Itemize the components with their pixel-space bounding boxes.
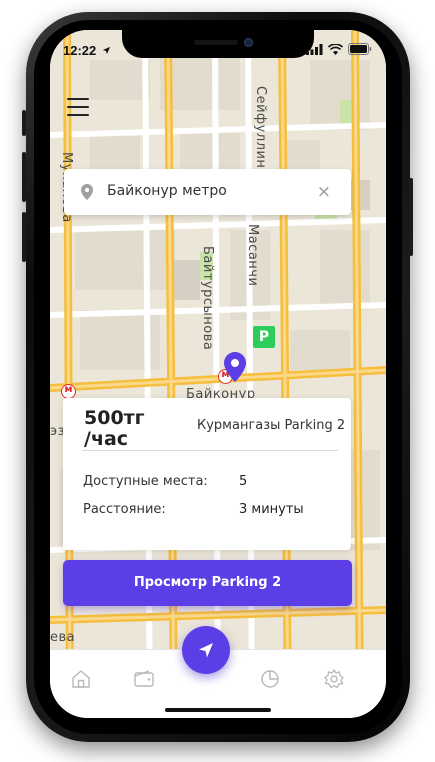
clear-icon[interactable]: × — [317, 182, 331, 202]
home-icon[interactable] — [70, 668, 92, 690]
parking-marker[interactable]: P — [253, 326, 275, 348]
pie-chart-icon[interactable] — [259, 668, 281, 690]
location-pin-icon[interactable] — [224, 352, 246, 382]
divider — [82, 450, 338, 451]
metro-icon-label: м — [64, 384, 73, 395]
price-label: 500тг /час — [84, 407, 145, 450]
metro-icon: м — [61, 384, 76, 399]
settings-icon[interactable] — [323, 668, 345, 690]
status-bar: 12:22 — [50, 41, 386, 59]
menu-icon-line — [67, 98, 89, 100]
parking-name: Курмангазы Parking 2 — [197, 418, 346, 433]
menu-icon-line — [67, 106, 89, 108]
street-label-seifullina: Сейфуллина — [253, 86, 268, 177]
parking-info-card: 500тг /час Курмангазы Parking 2 Доступны… — [63, 398, 351, 550]
view-parking-button[interactable]: Просмотр Parking 2 — [63, 560, 352, 606]
app-screen: Сейфуллина Муканова Масанчи Байтурсынова… — [50, 30, 386, 718]
parking-marker-label: P — [258, 329, 270, 345]
mute-switch — [22, 110, 26, 136]
menu-button[interactable] — [67, 98, 89, 116]
street-label-masanchi: Масанчи — [245, 224, 260, 287]
volume-up-button — [22, 152, 26, 202]
status-time-value: 12:22 — [63, 43, 97, 58]
signal-icon — [306, 43, 323, 55]
available-spots-value: 5 — [239, 474, 248, 489]
wallet-icon[interactable] — [133, 668, 155, 690]
power-button — [409, 178, 413, 256]
home-indicator — [165, 708, 271, 712]
battery-icon — [348, 43, 372, 55]
distance-value: 3 минуты — [239, 502, 304, 517]
street-label-bottom: ева — [50, 630, 76, 645]
wifi-icon — [328, 43, 343, 55]
status-time: 12:22 — [63, 43, 111, 58]
menu-icon-line — [67, 114, 89, 116]
search-input[interactable]: Байконур метро — [107, 183, 227, 199]
map-pin-icon — [81, 184, 93, 200]
search-box[interactable]: Байконур метро × — [64, 169, 351, 215]
location-arrow-icon — [102, 46, 110, 55]
street-label-baitursynova: Байтурсынова — [200, 246, 215, 351]
available-spots-label: Доступные места: — [83, 474, 208, 489]
volume-down-button — [22, 212, 26, 262]
distance-label: Расстояние: — [83, 502, 166, 517]
navigation-arrow-icon — [199, 643, 213, 658]
navigate-button[interactable] — [182, 626, 230, 674]
